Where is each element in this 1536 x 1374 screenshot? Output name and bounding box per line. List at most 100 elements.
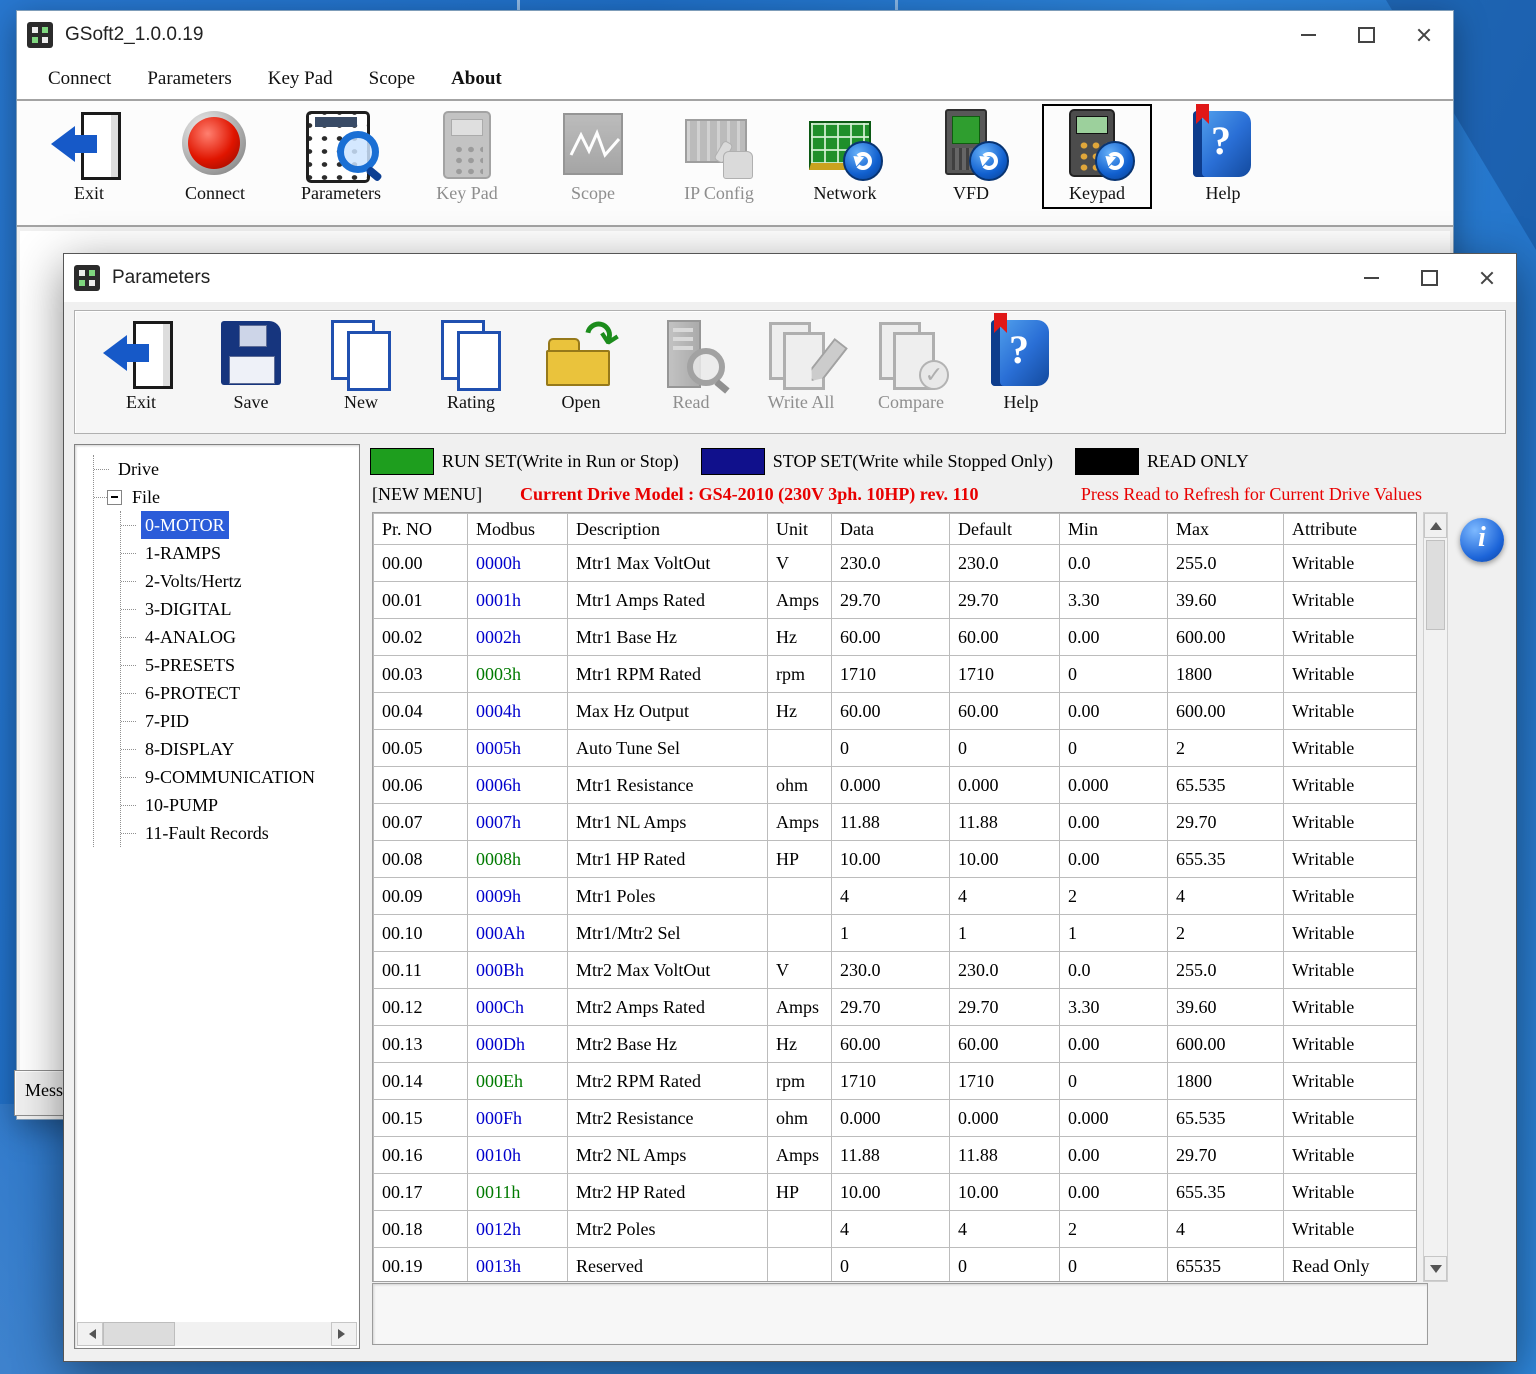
tree-item-7-pid[interactable]: 7-PID [121, 707, 355, 735]
cell-unit[interactable]: rpm [768, 1063, 832, 1100]
cell-max[interactable]: 65.535 [1168, 767, 1284, 804]
scroll-right-button[interactable] [331, 1322, 357, 1346]
cell-max[interactable]: 655.35 [1168, 841, 1284, 878]
cell-min[interactable]: 1 [1060, 915, 1168, 952]
cell-data[interactable]: 11.88 [832, 1137, 950, 1174]
cell-pr[interactable]: 00.06 [374, 767, 468, 804]
cell-unit[interactable]: ohm [768, 767, 832, 804]
tree-item-2-volts-hertz[interactable]: 2-Volts/Hertz [121, 567, 355, 595]
cell-unit[interactable] [768, 1211, 832, 1248]
cell-pr[interactable]: 00.15 [374, 1100, 468, 1137]
cell-data[interactable]: 0 [832, 1248, 950, 1283]
cell-min[interactable]: 0.00 [1060, 841, 1168, 878]
cell-default[interactable]: 10.00 [950, 1174, 1060, 1211]
cell-default[interactable]: 11.88 [950, 804, 1060, 841]
cell-data[interactable]: 230.0 [832, 952, 950, 989]
cell-max[interactable]: 600.00 [1168, 1026, 1284, 1063]
scrollbar-thumb[interactable] [1426, 540, 1445, 630]
toolbar-button-network[interactable]: Network [795, 109, 895, 204]
cell-modbus[interactable]: 0007h [468, 804, 568, 841]
cell-modbus[interactable]: 0008h [468, 841, 568, 878]
cell-min[interactable]: 0 [1060, 730, 1168, 767]
message-window[interactable]: Mess [14, 1070, 66, 1116]
cell-pr[interactable]: 00.03 [374, 656, 468, 693]
cell-unit[interactable]: ohm [768, 1100, 832, 1137]
cell-modbus[interactable]: 0000h [468, 545, 568, 582]
cell-modbus[interactable]: 000Eh [468, 1063, 568, 1100]
cell-attr[interactable]: Writable [1284, 1137, 1417, 1174]
cell-min[interactable]: 0 [1060, 1248, 1168, 1283]
info-icon[interactable] [1460, 518, 1504, 562]
cell-default[interactable]: 11.88 [950, 1137, 1060, 1174]
cell-modbus[interactable]: 0010h [468, 1137, 568, 1174]
cell-data[interactable]: 29.70 [832, 989, 950, 1026]
cell-min[interactable]: 0.00 [1060, 1174, 1168, 1211]
toolbar-button-keypad[interactable]: Keypad [1047, 109, 1147, 204]
cell-desc[interactable]: Mtr2 RPM Rated [568, 1063, 768, 1100]
cell-data[interactable]: 11.88 [832, 804, 950, 841]
cell-pr[interactable]: 00.12 [374, 989, 468, 1026]
menu-item-key-pad[interactable]: Key Pad [251, 62, 350, 96]
cell-max[interactable]: 65535 [1168, 1248, 1284, 1283]
cell-modbus[interactable]: 0003h [468, 656, 568, 693]
cell-default[interactable]: 29.70 [950, 989, 1060, 1026]
parameters-titlebar[interactable]: Parameters [64, 254, 1516, 302]
cell-pr[interactable]: 00.13 [374, 1026, 468, 1063]
cell-attr[interactable]: Writable [1284, 1211, 1417, 1248]
cell-desc[interactable]: Mtr2 Max VoltOut [568, 952, 768, 989]
cell-max[interactable]: 600.00 [1168, 619, 1284, 656]
cell-min[interactable]: 0.000 [1060, 767, 1168, 804]
cell-attr[interactable]: Writable [1284, 1174, 1417, 1211]
cell-attr[interactable]: Writable [1284, 730, 1417, 767]
cell-default[interactable]: 1 [950, 915, 1060, 952]
toolbar-button-open[interactable]: ↷Open [533, 318, 629, 413]
scroll-up-button[interactable] [1424, 513, 1447, 538]
cell-pr[interactable]: 00.00 [374, 545, 468, 582]
cell-default[interactable]: 10.00 [950, 841, 1060, 878]
cell-data[interactable]: 29.70 [832, 582, 950, 619]
cell-pr[interactable]: 00.18 [374, 1211, 468, 1248]
cell-default[interactable]: 1710 [950, 1063, 1060, 1100]
tree-item-0-motor[interactable]: 0-MOTOR [121, 511, 355, 539]
cell-desc[interactable]: Max Hz Output [568, 693, 768, 730]
cell-max[interactable]: 655.35 [1168, 1174, 1284, 1211]
tree-item-8-display[interactable]: 8-DISPLAY [121, 735, 355, 763]
cell-attr[interactable]: Writable [1284, 989, 1417, 1026]
cell-desc[interactable]: Mtr2 Poles [568, 1211, 768, 1248]
tree-item-1-ramps[interactable]: 1-RAMPS [121, 539, 355, 567]
cell-pr[interactable]: 00.08 [374, 841, 468, 878]
cell-modbus[interactable]: 0012h [468, 1211, 568, 1248]
cell-desc[interactable]: Mtr1 RPM Rated [568, 656, 768, 693]
tree-item-3-digital[interactable]: 3-DIGITAL [121, 595, 355, 623]
cell-attr[interactable]: Writable [1284, 1026, 1417, 1063]
tree-item-11-fault-records[interactable]: 11-Fault Records [121, 819, 355, 847]
cell-attr[interactable]: Writable [1284, 1063, 1417, 1100]
cell-default[interactable]: 60.00 [950, 1026, 1060, 1063]
cell-default[interactable]: 4 [950, 878, 1060, 915]
scroll-left-button[interactable] [77, 1322, 103, 1346]
cell-modbus[interactable]: 000Dh [468, 1026, 568, 1063]
cell-pr[interactable]: 00.14 [374, 1063, 468, 1100]
cell-desc[interactable]: Mtr2 HP Rated [568, 1174, 768, 1211]
cell-desc[interactable]: Auto Tune Sel [568, 730, 768, 767]
cell-unit[interactable]: Amps [768, 1137, 832, 1174]
cell-max[interactable]: 29.70 [1168, 804, 1284, 841]
cell-attr[interactable]: Writable [1284, 841, 1417, 878]
toolbar-button-parameters[interactable]: Parameters [291, 109, 391, 204]
cell-pr[interactable]: 00.09 [374, 878, 468, 915]
cell-max[interactable]: 65.535 [1168, 1100, 1284, 1137]
cell-default[interactable]: 0.000 [950, 1100, 1060, 1137]
cell-min[interactable]: 0.00 [1060, 1137, 1168, 1174]
toolbar-button-rating[interactable]: Rating [423, 318, 519, 413]
tree-item-10-pump[interactable]: 10-PUMP [121, 791, 355, 819]
cell-default[interactable]: 230.0 [950, 545, 1060, 582]
cell-unit[interactable]: Hz [768, 693, 832, 730]
cell-attr[interactable]: Writable [1284, 804, 1417, 841]
cell-desc[interactable]: Mtr1 Amps Rated [568, 582, 768, 619]
cell-pr[interactable]: 00.11 [374, 952, 468, 989]
cell-unit[interactable]: HP [768, 1174, 832, 1211]
cell-data[interactable]: 1710 [832, 1063, 950, 1100]
cell-attr[interactable]: Writable [1284, 915, 1417, 952]
tree-item-9-communication[interactable]: 9-COMMUNICATION [121, 763, 355, 791]
cell-attr[interactable]: Writable [1284, 656, 1417, 693]
